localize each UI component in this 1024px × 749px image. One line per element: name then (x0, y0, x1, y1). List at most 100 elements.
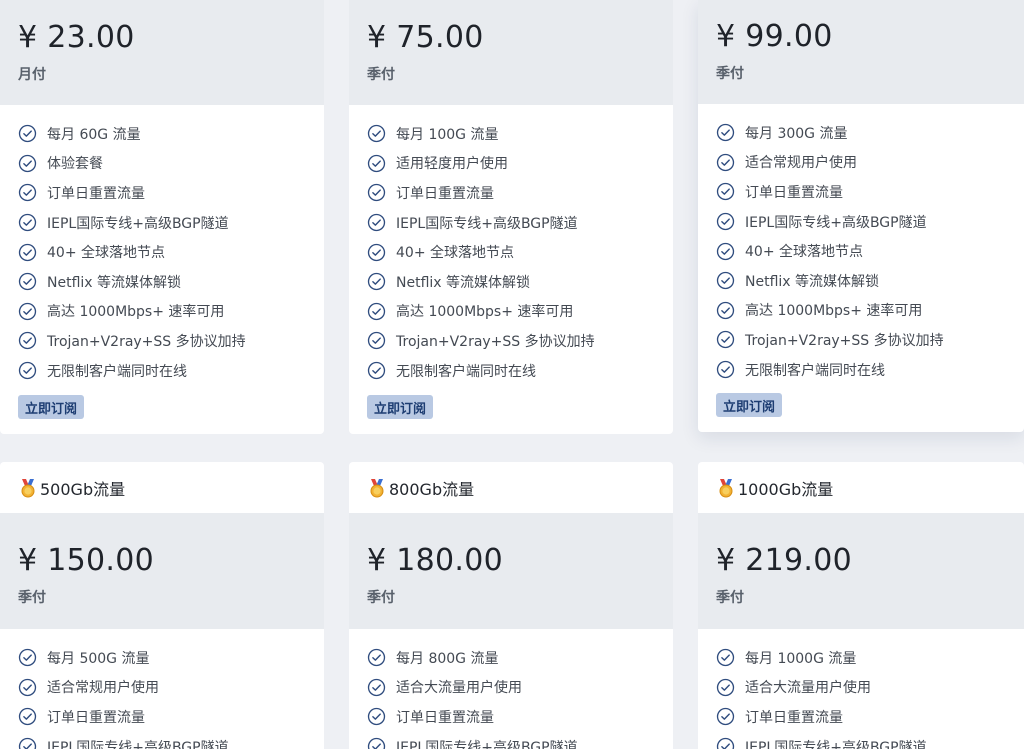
feature-item: Netflix 等流媒体解锁 (716, 266, 1024, 296)
medal-icon (367, 478, 387, 498)
plan-card: ¥ 23.00 月付 每月 60G 流量 体验套餐 订单日重置流量 IEPL国际… (0, 0, 324, 434)
price-box: ¥ 219.00 季付 (698, 513, 1024, 629)
plan-card: ¥ 99.00 季付 每月 300G 流量 适合常规用户使用 订单日重置流量 I… (698, 0, 1024, 432)
plans-row-2: 500Gb流量 ¥ 150.00 季付 每月 500G 流量 适合常规用户使用 … (0, 462, 1024, 749)
feature-item: Trojan+V2ray+SS 多协议加持 (367, 326, 673, 356)
billing-period: 季付 (367, 590, 395, 606)
check-circle-icon (18, 183, 37, 202)
feature-text: IEPL国际专线+高级BGP隧道 (396, 215, 578, 232)
feature-text: 适合大流量用户使用 (396, 680, 522, 697)
check-circle-icon (716, 153, 735, 172)
check-circle-icon (367, 678, 386, 697)
check-circle-icon (716, 648, 735, 667)
feature-text: Netflix 等流媒体解锁 (396, 274, 531, 291)
feature-list: 每月 1000G 流量 适合大流量用户使用 订单日重置流量 IEPL国际专线+高… (698, 629, 1024, 749)
billing-period: 季付 (367, 67, 395, 83)
feature-item: Netflix 等流媒体解锁 (367, 267, 673, 297)
check-circle-icon (367, 124, 386, 143)
price-box: ¥ 180.00 季付 (349, 513, 673, 629)
feature-item: 订单日重置流量 (367, 702, 673, 732)
feature-text: 40+ 全球落地节点 (47, 245, 165, 262)
feature-item: 订单日重置流量 (716, 177, 1024, 207)
feature-item: 高达 1000Mbps+ 速率可用 (367, 297, 673, 327)
plan-price: ¥ 75.00 (367, 20, 484, 55)
feature-item: IEPL国际专线+高级BGP隧道 (367, 208, 673, 238)
feature-item: 订单日重置流量 (716, 702, 1024, 732)
price-box: ¥ 23.00 月付 (0, 0, 324, 105)
plan-price: ¥ 99.00 (716, 19, 833, 54)
check-circle-icon (18, 331, 37, 350)
feature-text: 订单日重置流量 (47, 185, 145, 202)
check-circle-icon (716, 678, 735, 697)
feature-text: Trojan+V2ray+SS 多协议加持 (396, 333, 595, 350)
medal-icon (716, 478, 736, 498)
feature-item: Trojan+V2ray+SS 多协议加持 (18, 326, 324, 356)
feature-item: 适合大流量用户使用 (716, 673, 1024, 703)
feature-list: 每月 100G 流量 适用轻度用户使用 订单日重置流量 IEPL国际专线+高级B… (349, 105, 673, 385)
feature-item: 订单日重置流量 (367, 178, 673, 208)
feature-item: 无限制客户端同时在线 (367, 356, 673, 386)
feature-item: 适合大流量用户使用 (367, 673, 673, 703)
subscribe-button[interactable]: 立即订阅 (18, 395, 85, 419)
price-box: ¥ 75.00 季付 (349, 0, 673, 105)
plan-title-text: 500Gb流量 (40, 479, 126, 499)
feature-text: 每月 800G 流量 (396, 650, 499, 667)
plan-card: ¥ 75.00 季付 每月 100G 流量 适用轻度用户使用 订单日重置流量 I… (349, 0, 673, 434)
feature-text: 适合常规用户使用 (745, 155, 857, 172)
feature-text: Trojan+V2ray+SS 多协议加持 (47, 333, 246, 350)
check-circle-icon (367, 331, 386, 350)
check-circle-icon (18, 272, 37, 291)
feature-item: IEPL国际专线+高级BGP隧道 (716, 207, 1024, 237)
feature-item: IEPL国际专线+高级BGP隧道 (18, 208, 324, 238)
plan-title: 500Gb流量 (0, 462, 324, 513)
feature-text: IEPL国际专线+高级BGP隧道 (396, 739, 578, 749)
check-circle-icon (18, 678, 37, 697)
feature-item: IEPL国际专线+高级BGP隧道 (367, 732, 673, 749)
feature-item: 每月 800G 流量 (367, 643, 673, 673)
check-circle-icon (367, 243, 386, 262)
feature-item: 订单日重置流量 (18, 178, 324, 208)
check-circle-icon (18, 707, 37, 726)
check-circle-icon (367, 648, 386, 667)
check-circle-icon (18, 124, 37, 143)
feature-item: 适合常规用户使用 (18, 673, 324, 703)
feature-text: IEPL国际专线+高级BGP隧道 (745, 214, 927, 231)
feature-item: 高达 1000Mbps+ 速率可用 (18, 297, 324, 327)
check-circle-icon (18, 213, 37, 232)
feature-item: 40+ 全球落地节点 (367, 237, 673, 267)
check-circle-icon (716, 212, 735, 231)
feature-item: 适合常规用户使用 (716, 148, 1024, 178)
check-circle-icon (716, 330, 735, 349)
feature-item: 高达 1000Mbps+ 速率可用 (716, 296, 1024, 326)
feature-list: 每月 300G 流量 适合常规用户使用 订单日重置流量 IEPL国际专线+高级B… (698, 104, 1024, 384)
plan-price: ¥ 150.00 (18, 543, 154, 578)
feature-text: 适合大流量用户使用 (745, 680, 871, 697)
check-circle-icon (367, 361, 386, 380)
feature-text: Netflix 等流媒体解锁 (47, 274, 182, 291)
feature-text: 每月 100G 流量 (396, 126, 499, 143)
feature-item: 40+ 全球落地节点 (716, 236, 1024, 266)
plan-card: 800Gb流量 ¥ 180.00 季付 每月 800G 流量 适合大流量用户使用… (349, 462, 673, 749)
check-circle-icon (18, 361, 37, 380)
check-circle-icon (367, 272, 386, 291)
feature-text: Netflix 等流媒体解锁 (745, 273, 880, 290)
feature-text: IEPL国际专线+高级BGP隧道 (745, 739, 927, 749)
subscribe-button[interactable]: 立即订阅 (367, 395, 434, 419)
medal-icon (18, 478, 38, 498)
plan-title-text: 800Gb流量 (389, 479, 475, 499)
check-circle-icon (716, 123, 735, 142)
subscribe-button[interactable]: 立即订阅 (716, 393, 783, 417)
billing-period: 月付 (18, 67, 46, 83)
feature-text: 无限制客户端同时在线 (745, 362, 885, 379)
feature-text: 无限制客户端同时在线 (396, 363, 536, 380)
check-circle-icon (716, 271, 735, 290)
feature-item: 无限制客户端同时在线 (716, 355, 1024, 385)
feature-item: IEPL国际专线+高级BGP隧道 (716, 732, 1024, 749)
feature-text: IEPL国际专线+高级BGP隧道 (47, 215, 229, 232)
feature-text: 无限制客户端同时在线 (47, 363, 187, 380)
feature-item: 订单日重置流量 (18, 702, 324, 732)
plan-title-text: 1000Gb流量 (738, 479, 834, 499)
feature-list: 每月 800G 流量 适合大流量用户使用 订单日重置流量 IEPL国际专线+高级… (349, 629, 673, 749)
check-circle-icon (18, 737, 37, 749)
check-circle-icon (18, 243, 37, 262)
